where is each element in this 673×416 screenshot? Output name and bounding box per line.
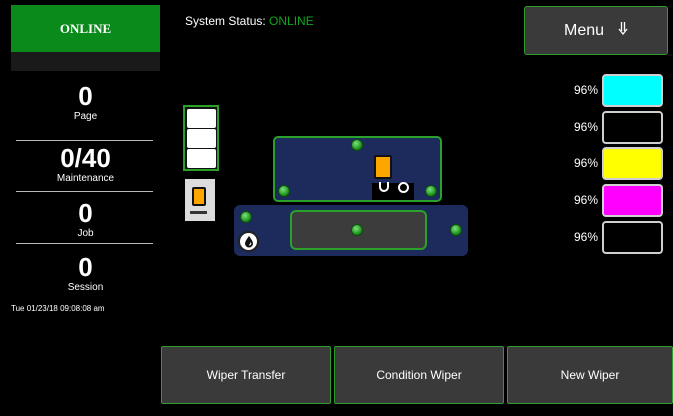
online-status-badge: ONLINE xyxy=(11,5,160,52)
media-slot xyxy=(187,149,216,168)
system-status-value: ONLINE xyxy=(269,14,314,28)
status-led-icon xyxy=(278,185,290,197)
ink-swatch xyxy=(602,147,663,180)
system-status: System Status: ONLINE xyxy=(185,14,314,28)
job-count-label: Job xyxy=(77,228,94,239)
maintenance-count-value: 0/40 xyxy=(60,143,111,173)
status-led-icon xyxy=(351,224,363,236)
printhead-cartridge-icon xyxy=(374,155,392,179)
maintenance-count-label: Maintenance xyxy=(56,173,115,184)
ink-percent: 96% xyxy=(573,156,598,170)
ink-level-yellow: 96% xyxy=(560,147,664,180)
ink-drop-icon xyxy=(238,231,259,252)
media-slot xyxy=(187,129,216,148)
condition-wiper-button[interactable]: Condition Wiper xyxy=(334,346,504,404)
cartridge-body xyxy=(192,187,206,206)
divider xyxy=(16,191,153,192)
ink-percent: 96% xyxy=(573,83,598,97)
ink-level-magenta: 96% xyxy=(560,184,664,217)
ink-level-cyan: 96% xyxy=(560,74,664,107)
cartridge-icon xyxy=(185,179,215,221)
printhead-sensor-icon xyxy=(398,182,409,193)
session-count-value: 0 xyxy=(78,252,93,282)
media-slot xyxy=(187,109,216,128)
page-count-label: Page xyxy=(73,111,98,122)
page-count-value: 0 xyxy=(78,81,93,111)
datetime-readout: Tue 01/23/18 09:08:08 am xyxy=(11,304,105,313)
new-wiper-button[interactable]: New Wiper xyxy=(507,346,673,404)
media-stack xyxy=(183,105,219,171)
wiper-transfer-button[interactable]: Wiper Transfer xyxy=(161,346,331,404)
ink-percent: 96% xyxy=(573,120,598,134)
status-led-icon xyxy=(425,185,437,197)
session-count-label: Session xyxy=(67,282,104,293)
session-counter: 0 Session xyxy=(11,253,160,293)
sidebar-strip xyxy=(11,52,160,71)
status-led-icon xyxy=(351,139,363,151)
ink-level-black-2: 96% xyxy=(560,221,664,254)
ink-swatch xyxy=(602,184,663,217)
menu-button[interactable]: Menu xyxy=(524,6,668,55)
ink-swatch xyxy=(602,74,663,107)
ink-percent: 96% xyxy=(573,193,598,207)
ink-percent: 96% xyxy=(573,230,598,244)
cartridge-bar xyxy=(190,211,207,214)
status-led-icon xyxy=(240,211,252,223)
ink-swatch xyxy=(602,221,663,254)
printhead-nozzle-icon xyxy=(379,182,389,192)
page-counter: 0 Page xyxy=(11,82,160,122)
ink-level-black: 96% xyxy=(560,111,664,144)
maintenance-counter: 0/40 Maintenance xyxy=(11,144,160,184)
status-led-icon xyxy=(450,224,462,236)
divider xyxy=(16,140,153,141)
double-arrow-down-icon xyxy=(618,21,628,40)
job-count-value: 0 xyxy=(78,198,93,228)
job-counter: 0 Job xyxy=(11,199,160,239)
divider xyxy=(16,243,153,244)
menu-label: Menu xyxy=(563,21,605,39)
system-status-label: System Status: xyxy=(185,14,266,28)
ink-swatch xyxy=(602,111,663,144)
